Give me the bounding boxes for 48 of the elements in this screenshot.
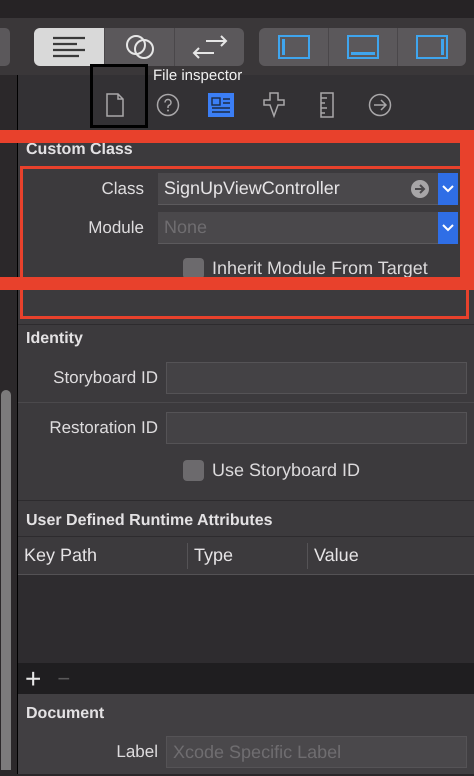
shield-arrow-icon <box>262 92 286 118</box>
combo-box[interactable]: SignUpViewController <box>158 173 438 205</box>
section-title: Custom Class <box>25 140 134 160</box>
section-title: Identity <box>25 329 84 349</box>
checkbox-label: Use Storyboard ID <box>212 458 360 482</box>
field-label: Restoration ID <box>48 417 159 440</box>
panel-layout-icon <box>416 34 448 58</box>
inspector-tab[interactable] <box>208 90 234 120</box>
panel-toggle-button[interactable] <box>397 28 466 66</box>
identity-card-icon <box>208 93 234 117</box>
panel-toggle-button[interactable] <box>328 28 397 66</box>
column-header[interactable]: Value <box>308 542 474 568</box>
editor-mode-button[interactable] <box>34 28 104 66</box>
help-icon <box>156 93 180 117</box>
dropdown-button[interactable] <box>438 212 458 244</box>
highlight-frame <box>90 64 148 128</box>
chevron-down-icon <box>442 224 454 232</box>
lines-icon <box>51 34 87 58</box>
column-header[interactable]: Key Path <box>18 542 188 568</box>
rings-icon <box>124 32 156 60</box>
column-header[interactable]: Type <box>188 542 308 568</box>
inspector-tab[interactable] <box>261 90 287 120</box>
arrows-icon <box>192 34 228 60</box>
add-button[interactable]: + <box>25 664 42 692</box>
checkbox[interactable] <box>183 258 204 278</box>
text-field[interactable] <box>166 362 467 394</box>
field-label: Label <box>115 741 159 764</box>
chevron-down-icon <box>442 185 454 193</box>
ruler-icon <box>320 92 334 118</box>
checkbox[interactable] <box>183 460 204 480</box>
dropdown-button[interactable] <box>438 173 458 205</box>
checkbox-label: Inherit Module From Target <box>212 256 428 280</box>
tooltip-label: File inspector <box>153 67 242 85</box>
field-value: SignUpViewController <box>164 177 341 200</box>
text-field[interactable] <box>166 412 467 444</box>
panel-toggle-button[interactable] <box>259 28 328 66</box>
field-label: Storyboard ID <box>52 366 159 389</box>
section-title: User Defined Runtime Attributes <box>18 501 474 537</box>
panel-layout-icon <box>347 34 379 58</box>
arrow-circle-icon <box>368 93 392 117</box>
field-label: Module <box>87 217 145 240</box>
panel-layout-icon <box>278 34 310 58</box>
field-label: Class <box>100 178 145 200</box>
editor-mode-button[interactable] <box>174 28 244 66</box>
editor-mode-button[interactable] <box>104 28 174 66</box>
document-icon <box>106 93 124 117</box>
section-title: Document <box>25 704 106 724</box>
scrollbar-thumb[interactable] <box>1 390 11 770</box>
